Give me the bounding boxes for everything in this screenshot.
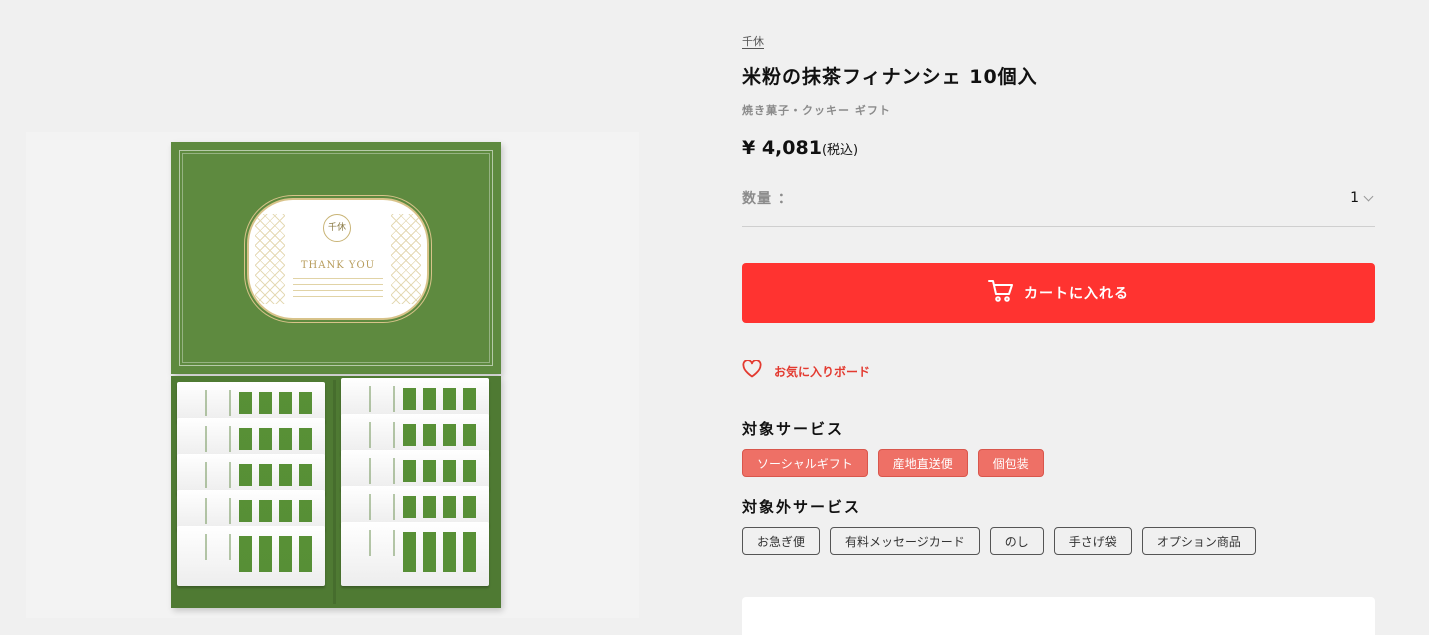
heart-icon <box>742 359 762 382</box>
financier-pack <box>341 450 489 490</box>
financier-pack <box>177 526 325 586</box>
excluded-services-title: 対象外サービス <box>742 498 862 516</box>
product-category: 焼き菓子・クッキー ギフト <box>742 104 891 117</box>
product-page: 千休 THANK YOU 千休 米粉の抹茶フィナンシェ 10個入 焼き菓子・クッ… <box>0 0 1429 635</box>
service-tag-message-card[interactable]: 有料メッセージカード <box>830 527 980 555</box>
price-value: ¥ 4,081 <box>742 137 822 159</box>
favorite-board-link[interactable]: お気に入りボード <box>742 359 871 382</box>
excluded-services-tags: お急ぎ便 有料メッセージカード のし 手さげ袋 オプション商品 <box>742 527 1256 555</box>
quantity-label: 数量 ： <box>742 191 793 207</box>
service-tag-individual-wrap[interactable]: 個包装 <box>977 449 1044 477</box>
cart-icon <box>988 279 1014 307</box>
financier-pack <box>341 378 489 418</box>
financier-pack <box>177 490 325 530</box>
service-tag-social-gift[interactable]: ソーシャルギフト <box>742 449 868 477</box>
quantity-value: 1 <box>1350 190 1359 206</box>
box-tray <box>171 376 501 608</box>
quantity-select[interactable]: 1 <box>1335 186 1375 210</box>
product-image[interactable]: 千休 THANK YOU <box>26 132 639 618</box>
lid-emblem: 千休 <box>323 214 351 242</box>
service-tag-express[interactable]: お急ぎ便 <box>742 527 821 555</box>
service-tag-noshi[interactable]: のし <box>989 527 1044 555</box>
service-tag-direct-shipping[interactable]: 産地直送便 <box>877 449 968 477</box>
included-services-title: 対象サービス <box>742 420 845 438</box>
financier-pack <box>341 486 489 526</box>
included-services-tags: ソーシャルギフト 産地直送便 個包装 <box>742 449 1044 477</box>
product-title: 米粉の抹茶フィナンシェ 10個入 <box>742 66 1038 88</box>
service-tag-paper-bag[interactable]: 手さげ袋 <box>1053 527 1132 555</box>
financier-pack <box>341 522 489 586</box>
add-to-cart-label: カートに入れる <box>1024 286 1129 302</box>
lower-info-card <box>742 597 1375 635</box>
chevron-down-icon <box>1363 191 1374 201</box>
financier-pack <box>341 414 489 454</box>
box-lid: 千休 THANK YOU <box>171 142 501 374</box>
brand-link[interactable]: 千休 <box>742 33 764 49</box>
financier-pack <box>177 454 325 494</box>
financier-pack <box>177 418 325 458</box>
lid-thanks-text: THANK YOU <box>300 260 376 271</box>
add-to-cart-button[interactable]: カートに入れる <box>742 263 1375 323</box>
quantity-row: 数量 ： 1 <box>742 178 1375 227</box>
lid-label: 千休 THANK YOU <box>247 198 429 320</box>
service-tag-option-items[interactable]: オプション商品 <box>1141 527 1256 555</box>
product-price: ¥ 4,081(税込) <box>742 137 858 159</box>
tax-note: (税込) <box>821 143 859 158</box>
favorite-board-label: お気に入りボード <box>774 364 871 379</box>
financier-pack <box>177 382 325 422</box>
